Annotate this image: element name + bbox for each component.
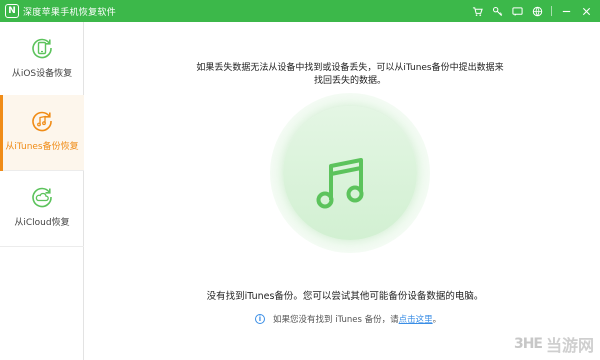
- info-icon: i: [255, 314, 265, 324]
- sidebar-item-icloud[interactable]: 从iCloud恢复: [0, 171, 84, 247]
- phone-refresh-icon: [32, 38, 52, 59]
- app-logo-icon: N: [5, 4, 19, 18]
- title-bar: N 深度苹果手机恢复软件: [0, 0, 600, 22]
- sidebar-item-label: 从iTunes备份恢复: [5, 142, 79, 152]
- click-here-link[interactable]: 点击这里: [399, 313, 433, 325]
- cart-icon[interactable]: [467, 0, 487, 22]
- sidebar: 从iOS设备恢复 从iTunes备份恢复 从iCloud恢复: [0, 22, 84, 360]
- hint-text: 如果您没有找到 iTunes 备份，请: [273, 315, 399, 325]
- sidebar-item-ios-device[interactable]: 从iOS设备恢复: [0, 22, 84, 98]
- watermark-logo: 3HE: [513, 336, 543, 352]
- sidebar-item-itunes-backup[interactable]: 从iTunes备份恢复: [0, 95, 84, 171]
- window-controls: [467, 0, 596, 22]
- music-refresh-icon: [32, 111, 52, 132]
- watermark: 3HE 当游网: [514, 332, 594, 356]
- app-title: 深度苹果手机恢复软件: [23, 7, 117, 18]
- close-icon[interactable]: [576, 0, 596, 22]
- globe-icon[interactable]: [527, 0, 547, 22]
- cloud-refresh-icon: [32, 187, 52, 208]
- music-note-icon: [316, 158, 364, 209]
- description-text: 如果丢失数据无法从设备中找到或设备丢失，可以从iTunes备份中提出数据来找回丢…: [196, 63, 504, 86]
- main-panel: 如果丢失数据无法从设备中找到或设备丢失，可以从iTunes备份中提出数据来找回丢…: [85, 22, 600, 360]
- title-separator: [551, 6, 552, 16]
- sidebar-item-label: 从iOS设备恢复: [11, 69, 73, 79]
- feedback-icon[interactable]: [507, 0, 527, 22]
- sidebar-item-label: 从iCloud恢复: [14, 218, 70, 228]
- status-message: 没有找到iTunes备份。您可以尝试其他可能备份设备数据的电脑。: [206, 291, 484, 302]
- minimize-icon[interactable]: [556, 0, 576, 22]
- hint-suffix: 。: [432, 315, 442, 325]
- hint-line: i 如果您没有找到 iTunes 备份，请 点击这里 。: [255, 313, 441, 325]
- key-icon[interactable]: [487, 0, 507, 22]
- watermark-text: 当游网: [545, 336, 594, 355]
